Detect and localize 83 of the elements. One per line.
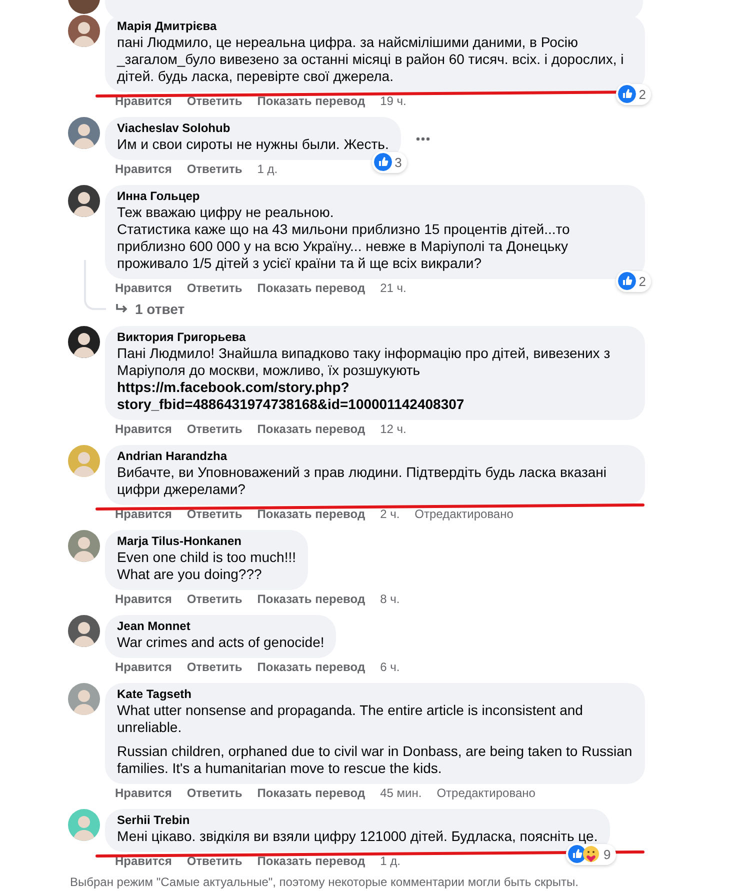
timestamp[interactable]: 1 д.: [380, 854, 400, 869]
avatar: [68, 809, 100, 841]
reply-arrow-icon: [115, 303, 129, 315]
timestamp[interactable]: 1 д.: [257, 162, 278, 177]
avatar: [68, 326, 100, 358]
timestamp[interactable]: 12 ч.: [380, 422, 406, 437]
timestamp[interactable]: 19 ч.: [380, 94, 406, 109]
translate-link[interactable]: Показать перевод: [257, 854, 366, 869]
avatar: [68, 683, 100, 715]
timestamp[interactable]: 45 мин.: [380, 786, 422, 801]
reaction-count[interactable]: 2: [616, 270, 651, 292]
comment-text: Вибачте, ви Уповноважений з прав людини. Підтвердіть будь ласка вказані цифри джерелами?: [117, 464, 608, 498]
author-name[interactable]: Andrian Harandzha: [117, 449, 633, 464]
comment-text: Статистика каже що на 43 мильони приблизно 15 процентів дітей...то приблизно 600 000 у на всю Україну... невже в Маріуполі та Донецьку проживало 1/5 дітей з усієї країни та й ще всіх викрали?: [117, 221, 571, 272]
comment-text: Russian children, orphaned due to civil war in Donbass, are being taken to Russian families. It's a humanitarian move to rescue the kids.: [117, 743, 633, 777]
author-name[interactable]: Marja Tilus-Honkanen: [117, 534, 296, 549]
reply-link[interactable]: Ответить: [186, 660, 242, 675]
timestamp[interactable]: 8 ч.: [380, 592, 400, 607]
translate-link[interactable]: Показать перевод: [257, 94, 366, 109]
reaction-number: 2: [638, 272, 646, 290]
like-link[interactable]: Нравится: [115, 281, 172, 296]
avatar: [68, 445, 100, 477]
reaction-number: 2: [638, 86, 646, 104]
reaction-number: 9: [603, 846, 611, 864]
reply-link[interactable]: Ответить: [186, 592, 242, 607]
like-link[interactable]: Нравится: [115, 592, 172, 607]
thread-line: [84, 260, 106, 310]
reply-link[interactable]: Ответить: [186, 786, 242, 801]
reaction-count[interactable]: 2: [616, 84, 651, 105]
avatar: [68, 530, 100, 562]
comment-text: пані Людмило, це нереальна цифра. за найсмілішими даними, в Росію _загалом_було вивезено за останні місяці в район 60 тисяч. всіх. і дорослих, і дітей. будь ласка, перевірте свої джерела.: [117, 34, 625, 85]
author-name[interactable]: Виктория Григорьева: [117, 330, 633, 345]
reply-link[interactable]: Ответить: [186, 507, 242, 522]
reply-link[interactable]: Ответить: [186, 854, 242, 869]
avatar: [68, 615, 100, 647]
author-name[interactable]: Serhii Trebin: [117, 813, 598, 828]
view-replies-link[interactable]: 1 ответ: [135, 298, 185, 320]
like-link[interactable]: Нравится: [115, 786, 172, 801]
like-icon: [618, 85, 636, 104]
like-link[interactable]: Нравится: [115, 507, 172, 522]
reaction-number: 3: [394, 154, 402, 172]
comment-text: Им и свои сироты не нужны были. Жесть.: [117, 136, 389, 153]
reply-link[interactable]: Ответить: [186, 94, 242, 109]
translate-link[interactable]: Показать перевод: [257, 786, 366, 801]
reply-link[interactable]: Ответить: [186, 162, 242, 177]
comment-text: Even one child is too much!!!: [117, 549, 296, 566]
filter-notice: Выбран режим "Самые актуальные", поэтому некоторые комментарии могли быть скрыты.: [70, 875, 578, 889]
reaction-count[interactable]: 9: [566, 844, 616, 865]
like-link[interactable]: Нравится: [115, 660, 172, 675]
author-name[interactable]: Инна Гольцер: [117, 189, 633, 204]
translate-link[interactable]: Показать перевод: [257, 281, 366, 296]
like-link[interactable]: Нравится: [115, 422, 172, 437]
like-icon: [618, 272, 636, 290]
like-link[interactable]: Нравится: [115, 854, 172, 869]
hug-emoji-icon: [582, 845, 600, 864]
avatar: [68, 117, 100, 149]
comment-text: Теж вважаю цифру не реальною.: [117, 204, 335, 221]
comment-text: Мені цікаво. звідкіля ви взяли цифру 121000 дітей. Будласка, поясніть це.: [117, 828, 598, 845]
reply-link[interactable]: Ответить: [186, 422, 242, 437]
author-name[interactable]: Марія Дмитрієва: [117, 19, 633, 34]
comment-text: What are you doing???: [117, 566, 263, 583]
translate-link[interactable]: Показать перевод: [257, 507, 366, 522]
timestamp[interactable]: 6 ч.: [380, 660, 400, 675]
comment-text: War crimes and acts of genocide!: [117, 634, 324, 651]
translate-link[interactable]: Показать перевод: [257, 592, 366, 607]
translate-link[interactable]: Показать перевод: [257, 660, 366, 675]
edited-label: Отредактировано: [436, 786, 536, 801]
like-link[interactable]: Нравится: [115, 94, 172, 109]
timestamp[interactable]: 21 ч.: [380, 281, 406, 296]
translate-link[interactable]: Показать перевод: [257, 422, 366, 437]
author-name[interactable]: Kate Tagseth: [117, 687, 633, 702]
author-name[interactable]: Jean Monnet: [117, 619, 324, 634]
reaction-count[interactable]: 3: [372, 152, 407, 173]
reply-link[interactable]: Ответить: [186, 281, 242, 296]
author-name[interactable]: Viacheslav Solohub: [117, 121, 389, 136]
link[interactable]: https://m.facebook.com/story.php? story_fbid=4886431974738168&id=100001142408307: [117, 379, 633, 413]
edited-label: Отредактировано: [414, 507, 514, 522]
timestamp[interactable]: 2 ч.: [380, 507, 400, 522]
like-icon: [374, 153, 392, 172]
comment-text: What utter nonsense and propaganda. The entire article is inconsistent and unreliable.: [117, 702, 584, 736]
avatar: [68, 185, 100, 217]
like-icon: [568, 845, 586, 864]
like-link[interactable]: Нравится: [115, 162, 172, 177]
